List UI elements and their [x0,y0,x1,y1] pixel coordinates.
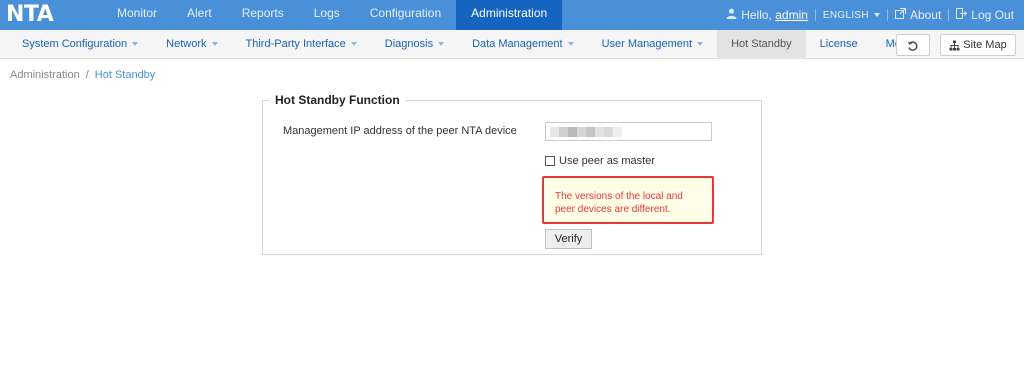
version-warning-box: The versions of the local and peer devic… [542,176,714,224]
external-link-icon [894,8,906,22]
sitemap-icon [949,40,960,51]
divider [814,9,816,21]
chevron-down-icon [211,42,218,47]
warning-line-2: peer devices are different. [555,204,671,215]
sub-nav-hot-standby[interactable]: Hot Standby [717,30,806,59]
sub-nav: System Configuration Network Third-Party… [8,30,936,59]
chevron-down-icon[interactable] [873,13,880,17]
verify-button[interactable]: Verify [545,229,592,249]
refresh-icon [907,40,918,51]
language-select[interactable]: ENGLISH [823,10,869,21]
use-peer-master-label: Use peer as master [559,155,655,167]
top-nav-administration[interactable]: Administration [456,0,563,30]
refresh-button[interactable] [896,34,930,56]
breadcrumb-current: Hot Standby [94,69,156,81]
sub-nav-license[interactable]: License [806,30,872,59]
breadcrumb: Administration / Hot Standby [10,69,155,81]
warning-line-1: The versions of the local and [555,191,683,202]
hello-text: Hello, [741,8,772,22]
chevron-down-icon [697,42,704,47]
blurred-ip-value [550,127,622,137]
breadcrumb-separator: / [85,69,89,81]
user-icon [726,8,737,22]
top-nav-logs[interactable]: Logs [299,0,355,30]
chevron-down-icon [350,42,357,47]
panel-title: Hot Standby Function [270,93,405,107]
chevron-down-icon [132,42,139,47]
sub-nav-data-management[interactable]: Data Management [458,30,588,59]
divider [948,9,950,21]
sub-nav-bar: System Configuration Network Third-Party… [0,30,1024,59]
use-peer-master-checkbox[interactable] [545,156,555,166]
sub-nav-system-configuration[interactable]: System Configuration [8,30,152,59]
username-link[interactable]: admin [775,8,808,22]
top-nav-configuration[interactable]: Configuration [355,0,456,30]
logout-icon [956,8,968,22]
top-nav-alert[interactable]: Alert [172,0,227,30]
breadcrumb-parent[interactable]: Administration [10,69,80,81]
chevron-down-icon [567,42,574,47]
site-map-button[interactable]: Site Map [940,34,1016,56]
peer-ip-label: Management IP address of the peer NTA de… [283,125,517,137]
about-link[interactable]: About [910,8,941,22]
sub-nav-diagnosis[interactable]: Diagnosis [371,30,458,59]
top-nav-monitor[interactable]: Monitor [102,0,172,30]
top-nav-reports[interactable]: Reports [227,0,299,30]
user-bar: Hello, admin ENGLISH About Log Out [726,0,1014,30]
sub-nav-network[interactable]: Network [152,30,231,59]
top-bar: NTA Monitor Alert Reports Logs Configura… [0,0,1024,30]
chevron-down-icon [438,42,445,47]
sub-nav-user-management[interactable]: User Management [588,30,718,59]
sub-nav-third-party-interface[interactable]: Third-Party Interface [232,30,371,59]
divider [886,9,888,21]
peer-ip-input[interactable] [545,122,712,141]
app-logo: NTA [6,2,54,27]
logout-link[interactable]: Log Out [971,8,1014,22]
use-peer-master-row: Use peer as master [545,155,655,167]
top-nav: Monitor Alert Reports Logs Configuration… [102,0,563,30]
